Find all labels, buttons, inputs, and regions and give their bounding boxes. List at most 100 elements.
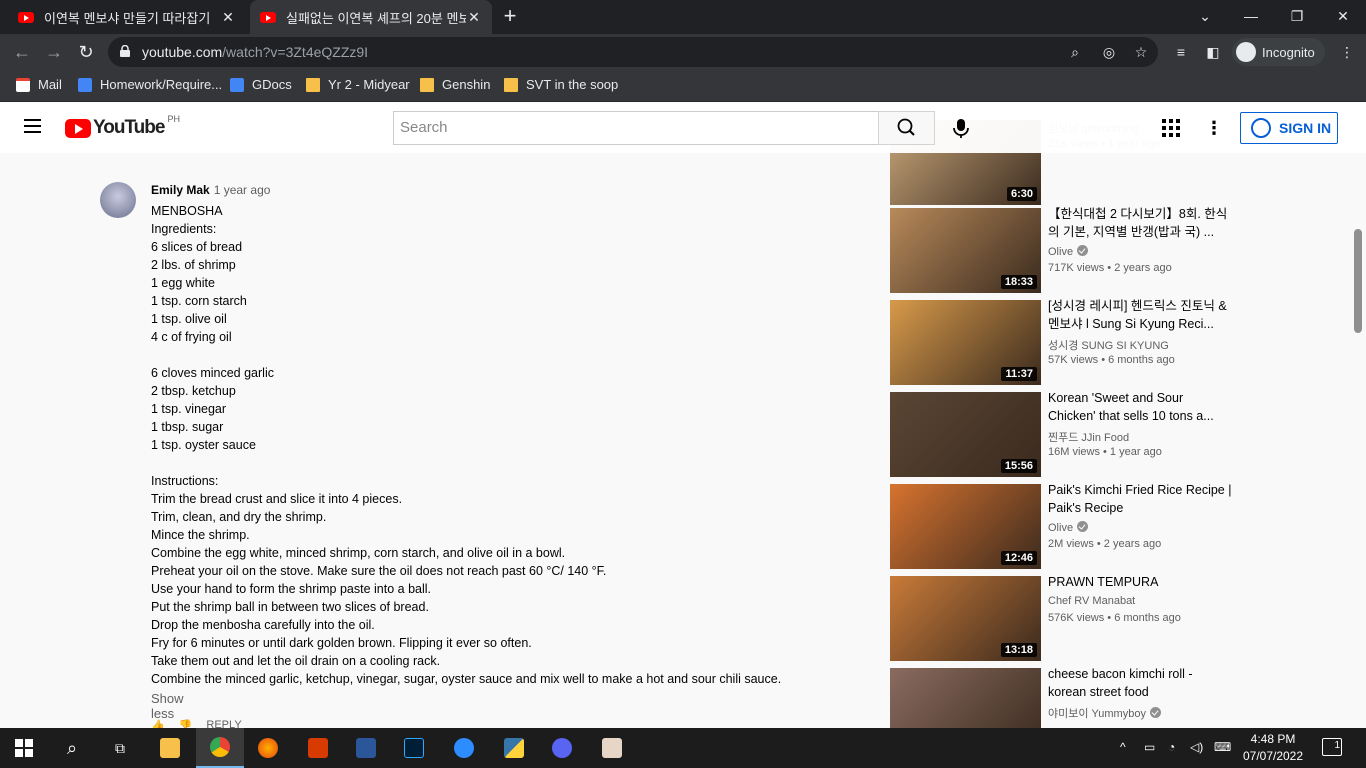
- comment-line: 1 tsp. oyster sauce: [151, 438, 256, 452]
- forward-icon[interactable]: →: [42, 40, 66, 64]
- bookmark-star-icon[interactable]: ☆: [1132, 43, 1150, 61]
- video-thumbnail[interactable]: 15:56: [890, 392, 1041, 477]
- comment-line: Instructions:: [151, 474, 219, 488]
- settings-dots-icon[interactable]: ⋮: [1205, 118, 1223, 138]
- video-thumbnail[interactable]: 12:46: [890, 484, 1041, 569]
- bookmark-label: Homework/Require...: [100, 77, 223, 92]
- photoshop-button[interactable]: [390, 728, 438, 768]
- bookmarks-bar: Mail Homework/Require... GDocs Yr 2 - Mi…: [0, 70, 1366, 102]
- address-bar[interactable]: youtube.com/watch?v=3Zt4eQZZz9I ⌕ ◎ ☆: [108, 37, 1158, 67]
- video-channel[interactable]: Chef RV Manabat: [1048, 595, 1135, 607]
- comment-time[interactable]: 1 year ago: [214, 183, 271, 197]
- discord-button[interactable]: [538, 728, 586, 768]
- video-thumbnail[interactable]: 13:18: [890, 576, 1041, 661]
- folder-icon: [160, 738, 180, 758]
- hamburger-menu-icon[interactable]: [24, 119, 41, 133]
- wifi-icon[interactable]: ◔: [1168, 740, 1175, 754]
- tab-menbosha-2[interactable]: 실패없는 이연복 셰프의 20분 멘보 ✕: [250, 0, 492, 34]
- start-button[interactable]: [0, 728, 48, 768]
- search-input[interactable]: Search: [393, 111, 879, 145]
- taskbar-clock[interactable]: 4:48 PM 07/07/2022: [1238, 731, 1308, 765]
- video-title[interactable]: 【한식대첩 2 다시보기】8회. 한식의 기본, 지역별 반갱(밥과 국) ..…: [1048, 205, 1232, 241]
- tray-chevron-icon[interactable]: ^: [1120, 740, 1126, 754]
- video-title[interactable]: Paik's Kimchi Fried Rice Recipe | Paik's…: [1048, 481, 1232, 517]
- tab-title: 실패없는 이연복 셰프의 20분 멘보: [286, 10, 466, 26]
- video-channel[interactable]: Olive: [1048, 521, 1089, 534]
- video-channel[interactable]: 성시경 SUNG SI KYUNG: [1048, 337, 1169, 353]
- back-icon[interactable]: ←: [10, 40, 34, 64]
- search-taskbar-button[interactable]: ⌕: [48, 728, 96, 768]
- zoom-icon[interactable]: ⌕: [1066, 43, 1084, 61]
- video-channel[interactable]: 찐푸드 JJin Food: [1048, 429, 1129, 445]
- chrome-button[interactable]: [196, 728, 244, 768]
- minimize-icon[interactable]: —: [1228, 0, 1274, 34]
- genshin-icon: [602, 738, 622, 758]
- close-window-icon[interactable]: ✕: [1320, 0, 1366, 34]
- show-less-button[interactable]: Show less: [151, 691, 184, 721]
- tracking-protection-icon[interactable]: ◎: [1100, 43, 1118, 61]
- bookmark-svt[interactable]: SVT in the soop: [504, 77, 618, 92]
- comment-author[interactable]: Emily Mak: [151, 183, 210, 197]
- video-thumbnail[interactable]: 18:33: [890, 208, 1041, 293]
- firefox-button[interactable]: [244, 728, 292, 768]
- video-title[interactable]: cheese bacon kimchi roll - korean street…: [1048, 665, 1232, 701]
- related-video-card[interactable]: 12:46 Paik's Kimchi Fried Rice Recipe | P…: [890, 481, 1240, 570]
- channel-name: 성시경 SUNG SI KYUNG: [1048, 340, 1169, 352]
- sign-in-button[interactable]: SIGN IN: [1240, 112, 1338, 144]
- account-icon: [1251, 118, 1271, 138]
- close-tab-icon[interactable]: ✕: [466, 9, 482, 26]
- incognito-profile-button[interactable]: Incognito: [1232, 38, 1325, 66]
- related-video-card[interactable]: 11:37 [성시경 레시피] 헨드릭스 진토닉 & 멘보샤 l Sung Si …: [890, 297, 1240, 386]
- video-title[interactable]: PRAWN TEMPURA: [1048, 573, 1232, 591]
- page-scrollbar[interactable]: [1354, 229, 1362, 333]
- related-video-card[interactable]: 15:56 Korean 'Sweet and Sour Chicken' tha…: [890, 389, 1240, 478]
- file-explorer-button[interactable]: [146, 728, 194, 768]
- office-icon: [308, 738, 328, 758]
- reload-icon[interactable]: ↻: [74, 40, 98, 64]
- url-text: youtube.com/watch?v=3Zt4eQZZz9I: [142, 44, 368, 60]
- browser-menu-icon[interactable]: ⋮: [1338, 43, 1356, 61]
- notification-center-icon[interactable]: 1: [1322, 738, 1342, 756]
- battery-icon[interactable]: ▭: [1144, 740, 1155, 754]
- avatar[interactable]: [100, 182, 136, 218]
- bookmark-yr2[interactable]: Yr 2 - Midyear: [306, 77, 410, 92]
- bookmark-mail[interactable]: Mail: [16, 77, 62, 92]
- keyboard-icon[interactable]: ⌨: [1214, 740, 1231, 754]
- side-panel-icon[interactable]: ◧: [1204, 43, 1222, 61]
- word-button[interactable]: [342, 728, 390, 768]
- volume-icon[interactable]: ◁): [1190, 740, 1203, 754]
- comment-line: 1 egg white: [151, 276, 215, 290]
- bookmark-gdocs[interactable]: GDocs: [230, 77, 292, 92]
- restore-icon[interactable]: ❐: [1274, 0, 1320, 34]
- office-button[interactable]: [294, 728, 342, 768]
- python-button[interactable]: [490, 728, 538, 768]
- tab-menbosha-1[interactable]: 이연복 멘보샤 만들기 따라잡기 ✕: [8, 0, 246, 34]
- comment-line: 1 tsp. vinegar: [151, 402, 227, 416]
- video-channel[interactable]: 야미보이 Yummyboy: [1048, 705, 1161, 721]
- task-view-button[interactable]: ⧉: [96, 728, 144, 768]
- comment-line: [151, 346, 851, 364]
- genshin-button[interactable]: [588, 728, 636, 768]
- zoom-button[interactable]: [440, 728, 488, 768]
- bookmark-genshin[interactable]: Genshin: [420, 77, 490, 92]
- related-video-card[interactable]: 13:18 PRAWN TEMPURA Chef RV Manabat 576K vi…: [890, 573, 1240, 662]
- video-title[interactable]: [성시경 레시피] 헨드릭스 진토닉 & 멘보샤 l Sung Si Kyung…: [1048, 297, 1232, 333]
- video-title[interactable]: Korean 'Sweet and Sour Chicken' that sel…: [1048, 389, 1232, 425]
- close-tab-icon[interactable]: ✕: [220, 9, 236, 26]
- video-thumbnail[interactable]: 11:37: [890, 300, 1041, 385]
- tab-search-icon[interactable]: ⌄: [1182, 0, 1228, 34]
- search-button[interactable]: [878, 111, 935, 145]
- youtube-favicon-icon: [260, 11, 276, 23]
- microphone-icon[interactable]: [946, 113, 976, 143]
- python-icon: [504, 738, 524, 758]
- new-tab-button[interactable]: +: [498, 4, 522, 28]
- media-control-icon[interactable]: ≡: [1172, 43, 1190, 61]
- youtube-logo[interactable]: YouTube PH: [65, 114, 180, 139]
- bookmark-homework[interactable]: Homework/Require...: [78, 77, 222, 92]
- folder-icon: [306, 77, 320, 92]
- related-video-card[interactable]: 18:33 【한식대첩 2 다시보기】8회. 한식의 기본, 지역별 반갱(밥과 …: [890, 205, 1240, 294]
- apps-grid-icon[interactable]: [1162, 119, 1180, 137]
- video-channel[interactable]: Olive: [1048, 245, 1089, 258]
- video-duration: 6:30: [1006, 187, 1037, 201]
- comment-line: Fry for 6 minutes or until dark golden b…: [151, 636, 532, 650]
